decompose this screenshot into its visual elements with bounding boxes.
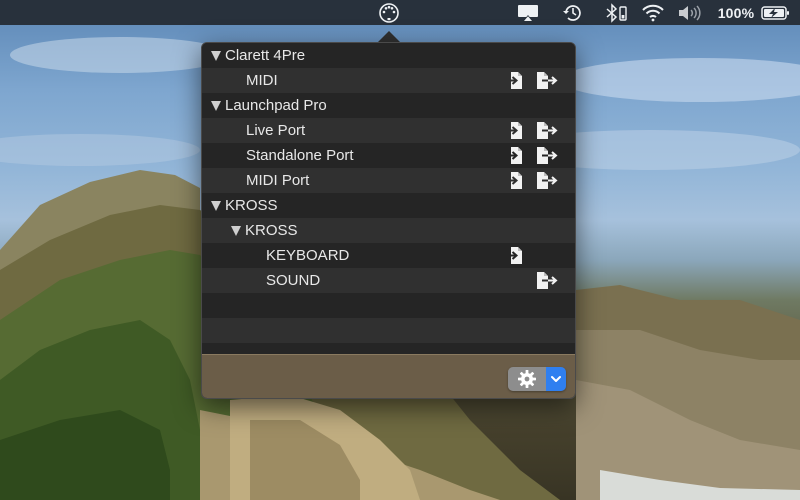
port-name: MIDI Port (246, 172, 310, 189)
device-name: KROSS (225, 197, 278, 214)
device-row[interactable]: Launchpad Pro (202, 93, 575, 118)
settings-popup-button[interactable] (508, 367, 566, 391)
input-port-icon[interactable] (506, 71, 526, 90)
input-port-icon[interactable] (506, 171, 526, 190)
device-row[interactable]: Clarett 4Pre (202, 43, 575, 68)
port-row[interactable]: Live Port (202, 118, 575, 143)
output-port-icon[interactable] (536, 146, 558, 165)
bluetooth-icon[interactable] (602, 0, 630, 25)
airplay-icon[interactable] (514, 0, 542, 25)
port-row[interactable]: Standalone Port (202, 143, 575, 168)
port-row[interactable]: KEYBOARD (202, 243, 575, 268)
device-port-tree: Clarett 4Pre MIDI Launchpad Pro Live Por… (202, 43, 575, 354)
popover-footer (202, 354, 575, 398)
wifi-icon[interactable] (640, 0, 666, 25)
port-name: KEYBOARD (266, 247, 350, 264)
midi-connector-icon[interactable] (376, 0, 402, 25)
disclosure-triangle-icon[interactable] (211, 100, 221, 111)
input-port-icon[interactable] (506, 121, 526, 140)
port-name: MIDI (246, 72, 278, 89)
port-name: Live Port (246, 122, 306, 139)
input-port-icon[interactable] (506, 246, 526, 265)
disclosure-triangle-icon[interactable] (211, 50, 221, 61)
input-port-icon[interactable] (506, 146, 526, 165)
output-port-icon[interactable] (536, 121, 558, 140)
port-row[interactable]: MIDI (202, 68, 575, 93)
port-name: SOUND (266, 272, 321, 289)
entity-row[interactable]: KROSS (202, 218, 575, 243)
menu-bar: 100% (0, 0, 800, 25)
output-port-icon[interactable] (536, 171, 558, 190)
device-name: Clarett 4Pre (225, 47, 306, 64)
volume-icon[interactable] (676, 0, 706, 25)
battery-charging-icon[interactable] (760, 0, 792, 25)
device-row[interactable]: KROSS (202, 193, 575, 218)
disclosure-triangle-icon[interactable] (231, 225, 241, 236)
battery-percentage[interactable]: 100% (713, 0, 759, 25)
output-port-icon[interactable] (536, 71, 558, 90)
empty-row (202, 293, 575, 318)
time-machine-icon[interactable] (558, 0, 586, 25)
port-name: Standalone Port (246, 147, 354, 164)
device-name: Launchpad Pro (225, 97, 327, 114)
port-row[interactable]: SOUND (202, 268, 575, 293)
disclosure-triangle-icon[interactable] (211, 200, 221, 211)
output-port-icon[interactable] (536, 271, 558, 290)
port-row[interactable]: MIDI Port (202, 168, 575, 193)
gear-icon[interactable] (508, 367, 546, 391)
midi-ports-popover: Clarett 4Pre MIDI Launchpad Pro Live Por… (201, 42, 576, 399)
entity-name: KROSS (245, 222, 298, 239)
empty-row (202, 343, 575, 354)
empty-row (202, 318, 575, 343)
chevron-down-icon[interactable] (546, 367, 566, 391)
